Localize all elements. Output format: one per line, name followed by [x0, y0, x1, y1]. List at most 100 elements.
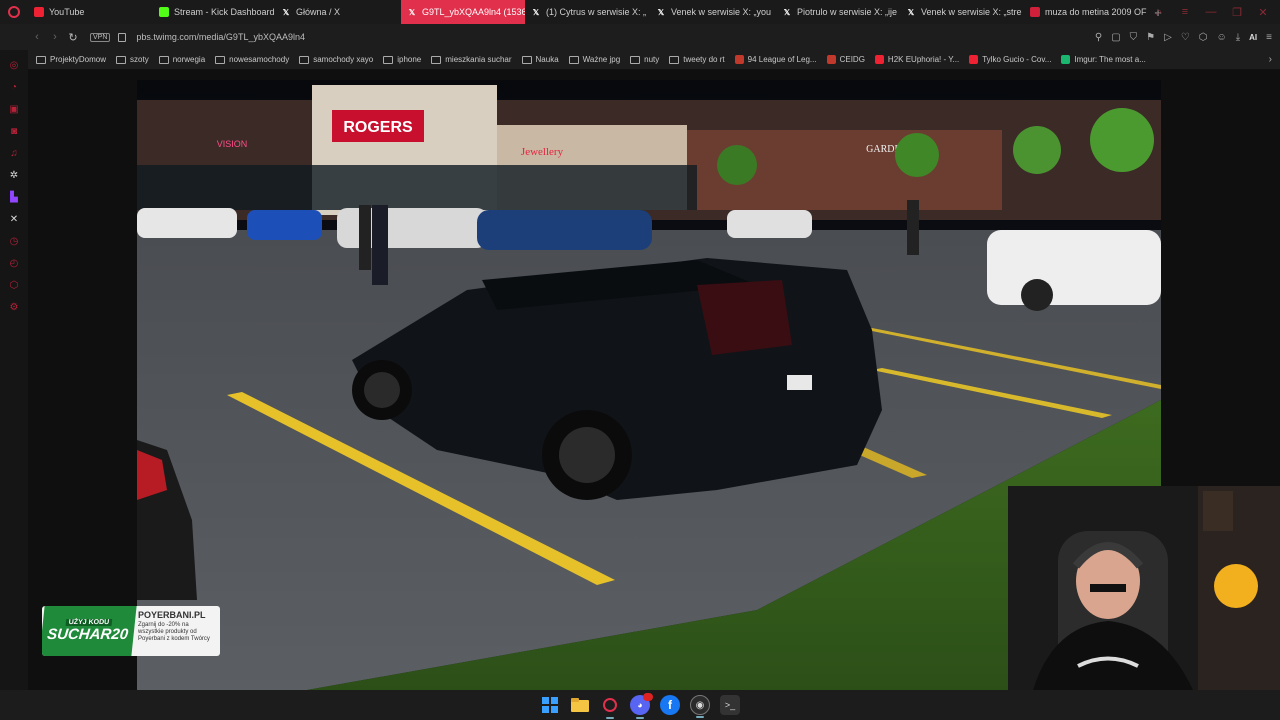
webcam-overlay — [1008, 486, 1280, 690]
bookmark-item[interactable]: Imgur: The most a... — [1061, 55, 1146, 64]
bookmark-label: Tylko Gucio - Cov... — [982, 55, 1052, 64]
bookmark-icon[interactable]: ⚑ — [1146, 32, 1155, 43]
tab-kick-dashboard[interactable]: Stream - Kick Dashboard — [153, 0, 275, 24]
settings-icon[interactable]: ⚙ — [7, 300, 21, 314]
tab-title: Piotrulo w serwisie X: „ije — [797, 7, 898, 17]
back-icon[interactable]: ‹ — [28, 31, 46, 43]
opera-gx-icon[interactable] — [600, 695, 620, 719]
tab-title: Venek w serwisie X: „you — [671, 7, 772, 17]
reload-icon[interactable]: ↻ — [64, 31, 82, 44]
folder-icon — [630, 55, 641, 64]
download-icon[interactable]: ⤓ — [1236, 32, 1240, 43]
browser-sidebar: ◎ ◔ ▣ ◙ ♫ ✲ ▙ ✕ ◷ ◴ ⬡ ⚙ — [0, 50, 28, 690]
tab-title: muza do metina 2009 OF — [1045, 7, 1147, 17]
x-icon[interactable]: ✕ — [7, 212, 21, 226]
bookmark-item[interactable]: szoty — [116, 55, 149, 64]
bookmark-item[interactable]: ProjektyDomow — [36, 55, 106, 64]
tab-title: Venek w serwisie X: „stre — [921, 7, 1022, 17]
bookmark-item[interactable]: tweety do rt — [669, 55, 725, 64]
bookmark-item[interactable]: nowesamochody — [215, 55, 289, 64]
file-explorer-icon[interactable] — [570, 695, 590, 715]
tab-bar: YouTube Stream - Kick Dashboard 𝕏 Główna… — [0, 0, 1280, 24]
bookmark-item[interactable]: Nauka — [521, 55, 559, 64]
maximize-icon[interactable]: ❐ — [1230, 6, 1244, 19]
search-icon[interactable]: ⌕ — [1152, 6, 1166, 19]
close-icon[interactable]: ✕ — [1256, 6, 1270, 19]
discord-icon[interactable]: ◕ — [630, 693, 653, 719]
tab-youtube-music[interactable]: muza do metina 2009 OF — [1024, 0, 1148, 24]
tab-image-active[interactable]: 𝕏 G9TL_ybXQAA9ln4 (1536× — [401, 0, 525, 24]
store-sign: Jewellery — [521, 146, 564, 158]
twitch-icon[interactable]: ▙ — [7, 190, 21, 204]
profile-icon[interactable]: ☺ — [1217, 32, 1227, 43]
bookmark-label: nuty — [644, 55, 660, 64]
forward-icon[interactable]: › — [46, 31, 64, 43]
bookmark-item[interactable]: norwegia — [158, 55, 206, 64]
aria-icon[interactable]: ◎ — [7, 58, 21, 72]
kick-icon — [159, 7, 169, 17]
folder-icon — [215, 55, 226, 64]
minimize-icon[interactable]: — — [1204, 6, 1218, 18]
bookmark-item[interactable]: mieszkania suchar — [431, 55, 512, 64]
tab-x-home[interactable]: 𝕏 Główna / X — [275, 0, 401, 24]
tab-x-post[interactable]: 𝕏 Piotrulo w serwisie X: „ije — [776, 0, 900, 24]
folder-icon — [669, 55, 680, 64]
bookmark-item[interactable]: nuty — [630, 55, 659, 64]
bookmark-item[interactable]: iphone — [383, 55, 421, 64]
folder-icon — [299, 55, 310, 64]
windows-taskbar: ◕ f ◉ >_ — [0, 690, 1280, 720]
bookmark-item[interactable]: 94 League of Leg... — [734, 55, 817, 64]
tab-title: YouTube — [49, 7, 85, 17]
windows-start-icon[interactable] — [540, 695, 560, 715]
bookmark-label: samochody xayo — [313, 55, 374, 64]
messenger-icon[interactable]: ◙ — [7, 124, 21, 138]
youtube-icon — [34, 7, 44, 17]
snapshot-icon[interactable]: ▢ — [1111, 32, 1120, 43]
bookmark-item[interactable]: H2K EUphoria! - Y... — [874, 55, 959, 64]
extensions-icon[interactable]: ⬡ — [1199, 32, 1208, 43]
x-icon: 𝕏 — [408, 7, 416, 17]
menu-icon[interactable]: ≡ — [1178, 6, 1192, 18]
clock-icon[interactable]: ◷ — [7, 234, 21, 248]
promo-description: Zgarnij do -20% na wszystkie produkty od… — [138, 622, 210, 642]
history-icon[interactable]: ◔ — [7, 80, 21, 94]
obs-icon[interactable]: ◉ — [690, 695, 710, 718]
music-icon[interactable]: ♫ — [7, 146, 21, 160]
folder-icon — [36, 55, 46, 64]
promo-banner: UŻYJ KODU SUCHAR20 POYERBANI.PL Zgarnij … — [42, 606, 220, 656]
cube-icon[interactable]: ⬡ — [7, 278, 21, 292]
bag-icon[interactable]: ▣ — [7, 102, 21, 116]
timer-icon[interactable]: ◴ — [7, 256, 21, 270]
bookmark-item[interactable]: Ważne jpg — [568, 55, 620, 64]
bookmarks-bar: ProjektyDomow szoty norwegia nowesamocho… — [0, 50, 1280, 70]
lock-icon[interactable] — [118, 32, 127, 42]
facebook-icon[interactable]: f — [660, 695, 680, 715]
menu-icon[interactable]: ≡ — [1266, 32, 1272, 43]
window-controls: ⌕ ≡ — ❐ ✕ — [1152, 0, 1280, 24]
tab-youtube[interactable]: YouTube — [28, 0, 153, 24]
x-icon: 𝕏 — [657, 7, 665, 17]
tab-x-post[interactable]: 𝕏 Venek w serwisie X: „you — [650, 0, 776, 24]
ai-button[interactable]: AI — [1249, 33, 1257, 42]
bookmark-label: ProjektyDomow — [50, 55, 107, 64]
url-field[interactable]: pbs.twimg.com/media/G9TL_ybXQAA9ln4 — [136, 32, 305, 42]
chevron-right-icon[interactable]: › — [1269, 54, 1272, 65]
tab-x-post[interactable]: 𝕏 Venek w serwisie X: „stre — [900, 0, 1024, 24]
bookmark-label: norwegia — [172, 55, 206, 64]
play-icon[interactable]: ▷ — [1164, 32, 1172, 43]
bookmark-item[interactable]: Tylko Gucio - Cov... — [969, 55, 1051, 64]
shield-icon[interactable]: ⛉ — [1130, 32, 1138, 43]
terminal-icon[interactable]: >_ — [720, 695, 740, 715]
bookmark-item[interactable]: CEIDG — [826, 55, 865, 64]
chatgpt-icon[interactable]: ✲ — [7, 168, 21, 182]
youtube-icon — [874, 55, 884, 64]
bookmark-label: Imgur: The most a... — [1074, 55, 1146, 64]
tab-title: Główna / X — [296, 7, 341, 17]
tab-x-post[interactable]: 𝕏 (1) Cytrus w serwisie X: „ — [525, 0, 650, 24]
vpn-badge[interactable]: VPN — [90, 32, 111, 42]
heart-icon[interactable]: ♡ — [1181, 32, 1190, 43]
opera-logo-icon[interactable] — [0, 0, 28, 24]
bookmark-item[interactable]: samochody xayo — [299, 55, 373, 64]
x-icon: 𝕏 — [532, 7, 540, 17]
pin-icon[interactable]: ⚲ — [1095, 32, 1102, 43]
